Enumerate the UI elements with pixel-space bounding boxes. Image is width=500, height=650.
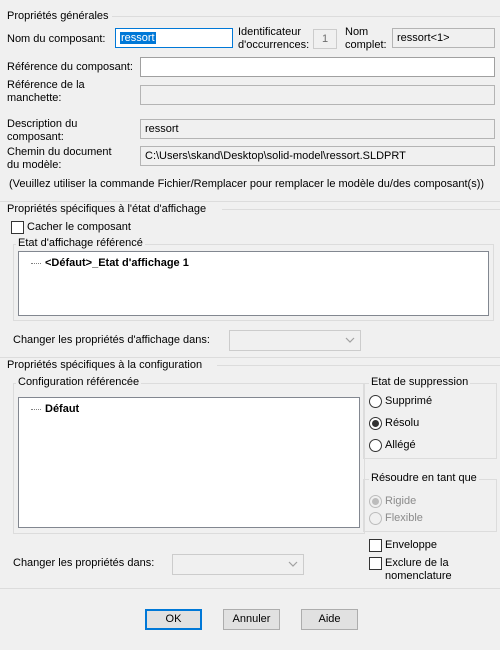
configuration-divider: [217, 365, 500, 366]
full-name-label-line1: Nom: [345, 26, 369, 38]
resolved-radio[interactable]: [369, 417, 382, 430]
display-section-separator: [0, 201, 500, 202]
envelope-label: Enveloppe: [385, 539, 437, 551]
exclude-bom-label-line1: Exclure de la: [385, 557, 449, 569]
description-field: ressort: [140, 119, 495, 139]
component-name-input[interactable]: ressort: [115, 28, 233, 48]
lightweight-radio[interactable]: [369, 439, 382, 452]
lightweight-label: Allégé: [385, 439, 416, 451]
solve-as-title: Résoudre en tant que: [369, 472, 479, 485]
solve-as-group: [363, 479, 497, 532]
ok-button[interactable]: OK: [145, 609, 202, 630]
cancel-button[interactable]: Annuler: [223, 609, 280, 630]
chevron-down-icon: [345, 337, 355, 343]
flexible-label: Flexible: [385, 512, 423, 524]
description-label-line1: Description du: [7, 118, 78, 130]
model-path-label-line2: du modèle:: [7, 159, 62, 171]
display-state-properties-title: Propriétés spécifiques à l'état d'affich…: [7, 203, 207, 215]
display-state-divider: [222, 209, 500, 210]
model-path-field: C:\Users\skand\Desktop\solid-model\resso…: [140, 146, 495, 166]
component-name-value: ressort: [120, 32, 156, 44]
configuration-section-separator: [0, 357, 500, 358]
buttons-separator: [0, 588, 500, 589]
flexible-radio[interactable]: [369, 512, 382, 525]
instance-id-field: 1: [313, 29, 337, 49]
component-name-label: Nom du composant:: [7, 33, 106, 45]
hide-component-label: Cacher le composant: [27, 221, 131, 233]
full-name-label-line2: complet:: [345, 39, 387, 51]
rigid-radio[interactable]: [369, 495, 382, 508]
referenced-configuration-title: Configuration référencée: [16, 376, 142, 389]
sleeve-reference-field: [140, 85, 495, 105]
component-reference-input[interactable]: [140, 57, 495, 77]
sleeve-reference-label-line2: manchette:: [7, 92, 62, 104]
rigid-label: Rigide: [385, 495, 417, 507]
tree-connector: [31, 263, 41, 264]
change-display-properties-dropdown[interactable]: [229, 330, 361, 351]
configuration-list[interactable]: Défaut: [18, 397, 360, 528]
instance-id-label-line2: d'occurrences:: [238, 39, 310, 51]
display-state-list[interactable]: <Défaut>_Etat d'affichage 1: [18, 251, 489, 316]
referenced-display-state-title: Etat d'affichage référencé: [16, 237, 145, 250]
suppressed-label: Supprimé: [385, 395, 433, 407]
replace-model-note: (Veuillez utiliser la commande Fichier/R…: [9, 178, 485, 190]
configuration-properties-title: Propriétés spécifiques à la configuratio…: [7, 359, 203, 371]
change-properties-label: Changer les propriétés dans:: [13, 557, 155, 569]
change-display-properties-label: Changer les propriétés d'affichage dans:: [13, 334, 210, 346]
general-properties-title: Propriétés générales: [7, 10, 109, 22]
description-label-line2: composant:: [7, 131, 64, 143]
envelope-checkbox[interactable]: [369, 539, 382, 552]
sleeve-reference-label-line1: Référence de la: [7, 79, 85, 91]
general-properties-divider: [112, 16, 500, 17]
configuration-item[interactable]: Défaut: [45, 403, 79, 416]
help-button[interactable]: Aide: [301, 609, 358, 630]
instance-id-label-line1: Identificateur: [238, 26, 301, 38]
hide-component-checkbox[interactable]: [11, 221, 24, 234]
suppression-state-title: Etat de suppression: [369, 376, 471, 389]
resolved-label: Résolu: [385, 417, 420, 429]
display-state-item[interactable]: <Défaut>_Etat d'affichage 1: [45, 257, 189, 270]
exclude-bom-label-line2: nomenclature: [385, 570, 452, 582]
tree-connector: [31, 409, 41, 410]
full-name-field: ressort<1>: [392, 28, 495, 48]
exclude-bom-checkbox[interactable]: [369, 557, 382, 570]
suppressed-radio[interactable]: [369, 395, 382, 408]
component-reference-label: Référence du composant:: [7, 61, 133, 73]
change-properties-dropdown[interactable]: [172, 554, 304, 575]
model-path-label-line1: Chemin du document: [7, 146, 112, 158]
chevron-down-icon: [288, 561, 298, 567]
